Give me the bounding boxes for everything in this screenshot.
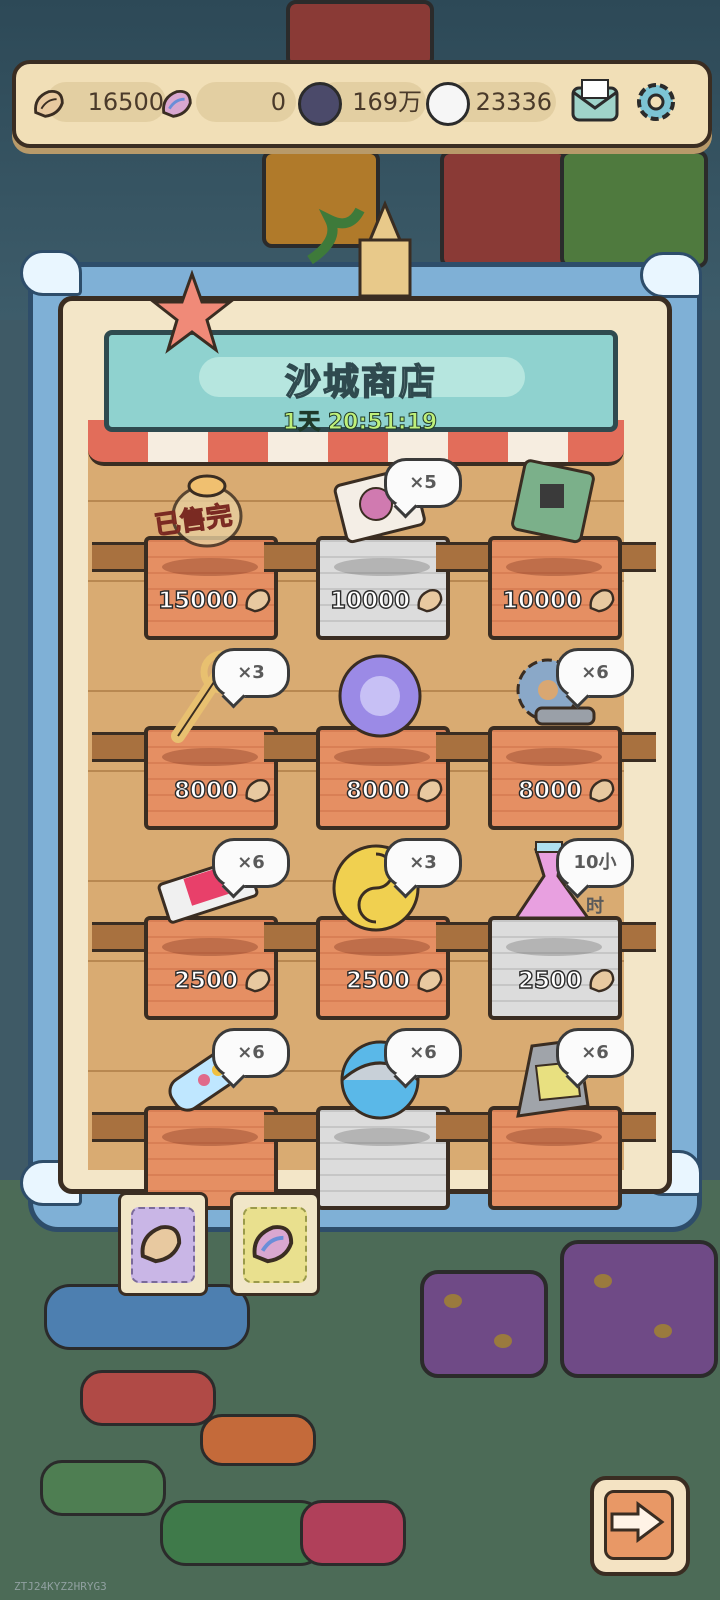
shop-title: 沙城商店 bbox=[284, 361, 437, 404]
background-block bbox=[286, 0, 434, 68]
ghost-count: 23336 bbox=[475, 88, 552, 116]
rainbow-shell-icon bbox=[252, 1225, 294, 1264]
pebble bbox=[200, 1414, 316, 1466]
item-price: 2500 bbox=[173, 967, 238, 994]
wave-decoration bbox=[640, 252, 702, 298]
item-price: 2500 bbox=[517, 967, 582, 994]
conch-shell-icon bbox=[417, 969, 443, 993]
shop-item-11[interactable]: ×6 bbox=[264, 1026, 484, 1210]
quantity-badge: ×6 bbox=[556, 648, 634, 698]
sand-castle-icon bbox=[307, 200, 412, 298]
rainbow-shell-icon bbox=[162, 89, 192, 118]
shop-item-1[interactable]: 15000 已售完 bbox=[92, 456, 312, 640]
item-price: 8000 bbox=[517, 777, 582, 804]
tab-rainbow-shell[interactable] bbox=[230, 1192, 320, 1296]
dice-block bbox=[420, 1270, 548, 1378]
shop-item-2[interactable]: 10000 ×5 bbox=[264, 456, 484, 640]
quantity-badge: 10小时 bbox=[556, 838, 634, 917]
item-price: 10000 bbox=[329, 587, 410, 614]
pebble bbox=[40, 1460, 166, 1516]
pebble bbox=[300, 1500, 406, 1566]
circuit-board-icon bbox=[511, 459, 595, 544]
conch-shell-icon bbox=[245, 779, 271, 803]
pebble bbox=[80, 1370, 216, 1426]
shell-a-count: 16500 bbox=[87, 88, 164, 116]
item-price: 10000 bbox=[501, 587, 582, 614]
conch-shell-icon bbox=[589, 969, 615, 993]
item-price: 8000 bbox=[345, 777, 410, 804]
purple-shell-icon bbox=[140, 1225, 182, 1264]
orb-count: 169万 bbox=[352, 88, 422, 116]
item-price: 15000 bbox=[157, 587, 238, 614]
item-price: 2500 bbox=[345, 967, 410, 994]
conch-shell-icon bbox=[245, 589, 271, 613]
starfish-icon bbox=[150, 270, 234, 354]
tab-purple-shell[interactable] bbox=[118, 1192, 208, 1296]
next-arrow-button[interactable] bbox=[590, 1476, 690, 1576]
arrow-right-icon bbox=[610, 1501, 665, 1543]
resource-bar: 16500 0 169万 23336 bbox=[12, 60, 712, 148]
shop-item-7[interactable]: 2500 ×6 bbox=[92, 836, 312, 1020]
quantity-badge: ×6 bbox=[556, 1028, 634, 1078]
shop-item-5[interactable]: 8000 bbox=[264, 646, 484, 830]
quantity-badge: ×5 bbox=[384, 458, 462, 508]
conch-shell-icon bbox=[589, 779, 615, 803]
shell-b-count: 0 bbox=[270, 88, 286, 116]
conch-shell-icon bbox=[245, 969, 271, 993]
shop-item-12[interactable]: ×6 bbox=[436, 1026, 656, 1210]
quantity-badge: ×6 bbox=[212, 838, 290, 888]
conch-shell-icon bbox=[589, 589, 615, 613]
mail-icon[interactable] bbox=[570, 78, 620, 124]
conch-shell-icon bbox=[417, 779, 443, 803]
background-block bbox=[560, 150, 708, 268]
quantity-badge: ×3 bbox=[384, 838, 462, 888]
shop-item-4[interactable]: 8000 ×3 bbox=[92, 646, 312, 830]
shop-timer: 1天 20:51:19 bbox=[282, 410, 438, 436]
quantity-badge: ×3 bbox=[212, 648, 290, 698]
conch-shell-icon bbox=[417, 589, 443, 613]
conch-shell-icon bbox=[34, 89, 64, 118]
wave-decoration bbox=[20, 250, 82, 296]
item-price: 8000 bbox=[173, 777, 238, 804]
shop-item-3[interactable]: 10000 bbox=[436, 456, 656, 640]
quantity-badge: ×6 bbox=[212, 1028, 290, 1078]
shop-item-10[interactable]: ×6 bbox=[92, 1026, 312, 1210]
spirit-orb-icon bbox=[338, 654, 422, 738]
settings-gear-icon[interactable] bbox=[630, 76, 682, 128]
shop-item-6[interactable]: 8000 ×6 bbox=[436, 646, 656, 830]
ghost-icon bbox=[426, 82, 470, 126]
shop-item-9[interactable]: 2500 10小时 bbox=[436, 836, 656, 1020]
shop-item-8[interactable]: 2500 ×3 bbox=[264, 836, 484, 1020]
dice-block bbox=[560, 1240, 718, 1378]
watermark: ZTJ24KYZ2HRYG3 bbox=[14, 1580, 107, 1593]
quantity-badge: ×6 bbox=[384, 1028, 462, 1078]
background-block bbox=[440, 150, 568, 268]
